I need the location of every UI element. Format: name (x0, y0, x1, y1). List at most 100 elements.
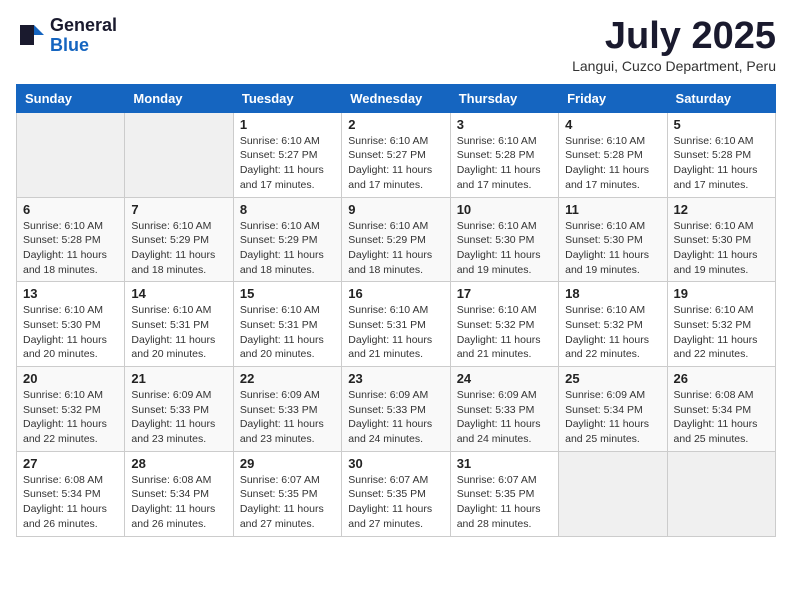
day-info: Sunrise: 6:10 AMSunset: 5:32 PMDaylight:… (674, 303, 769, 362)
logo-icon (16, 21, 46, 51)
calendar-header-friday: Friday (559, 84, 667, 112)
day-number: 21 (131, 371, 226, 386)
calendar-week-5: 27 Sunrise: 6:08 AMSunset: 5:34 PMDayligh… (17, 451, 776, 536)
day-info: Sunrise: 6:07 AMSunset: 5:35 PMDaylight:… (348, 473, 443, 532)
day-number: 3 (457, 117, 552, 132)
calendar-cell: 17 Sunrise: 6:10 AMSunset: 5:32 PMDayligh… (450, 282, 558, 367)
day-number: 16 (348, 286, 443, 301)
day-number: 13 (23, 286, 118, 301)
day-info: Sunrise: 6:09 AMSunset: 5:33 PMDaylight:… (348, 388, 443, 447)
calendar-cell: 5Sunrise: 6:10 AMSunset: 5:28 PMDaylight… (667, 112, 775, 197)
calendar-cell: 2 Sunrise: 6:10 AMSunset: 5:27 PMDaylight… (342, 112, 450, 197)
calendar-cell: 28 Sunrise: 6:08 AMSunset: 5:34 PMDayligh… (125, 451, 233, 536)
day-info: Sunrise: 6:10 AMSunset: 5:31 PMDaylight:… (240, 303, 335, 362)
location: Langui, Cuzco Department, Peru (572, 58, 776, 74)
calendar-cell (667, 451, 775, 536)
day-number: 17 (457, 286, 552, 301)
calendar-cell: 29 Sunrise: 6:07 AMSunset: 5:35 PMDayligh… (233, 451, 341, 536)
day-info: Sunrise: 6:09 AMSunset: 5:33 PMDaylight:… (240, 388, 335, 447)
calendar-header-wednesday: Wednesday (342, 84, 450, 112)
calendar-cell: 21 Sunrise: 6:09 AMSunset: 5:33 PMDayligh… (125, 367, 233, 452)
day-number: 1 (240, 117, 335, 132)
calendar-cell: 6 Sunrise: 6:10 AMSunset: 5:28 PMDaylight… (17, 197, 125, 282)
calendar-cell: 7 Sunrise: 6:10 AMSunset: 5:29 PMDaylight… (125, 197, 233, 282)
day-info: Sunrise: 6:07 AMSunset: 5:35 PMDaylight:… (457, 473, 552, 532)
day-number: 9 (348, 202, 443, 217)
calendar-week-3: 13 Sunrise: 6:10 AMSunset: 5:30 PMDayligh… (17, 282, 776, 367)
calendar-cell: 22Sunrise: 6:09 AMSunset: 5:33 PMDayligh… (233, 367, 341, 452)
calendar-cell: 4 Sunrise: 6:10 AMSunset: 5:28 PMDaylight… (559, 112, 667, 197)
calendar-week-1: 1 Sunrise: 6:10 AMSunset: 5:27 PMDaylight… (17, 112, 776, 197)
day-info: Sunrise: 6:09 AMSunset: 5:33 PMDaylight:… (131, 388, 226, 447)
day-number: 2 (348, 117, 443, 132)
calendar-header-sunday: Sunday (17, 84, 125, 112)
logo: General Blue (16, 16, 117, 56)
day-info: Sunrise: 6:09 AMSunset: 5:33 PMDaylight:… (457, 388, 552, 447)
calendar-cell: 10 Sunrise: 6:10 AMSunset: 5:30 PMDayligh… (450, 197, 558, 282)
day-info: Sunrise: 6:08 AMSunset: 5:34 PMDaylight:… (674, 388, 769, 447)
page-header: General Blue July 2025 Langui, Cuzco Dep… (16, 16, 776, 74)
logo-text: General Blue (50, 16, 117, 56)
day-info: Sunrise: 6:10 AMSunset: 5:28 PMDaylight:… (674, 134, 769, 193)
day-number: 6 (23, 202, 118, 217)
day-number: 14 (131, 286, 226, 301)
day-number: 15 (240, 286, 335, 301)
calendar-header-thursday: Thursday (450, 84, 558, 112)
calendar-header-saturday: Saturday (667, 84, 775, 112)
day-info: Sunrise: 6:10 AMSunset: 5:30 PMDaylight:… (23, 303, 118, 362)
day-number: 30 (348, 456, 443, 471)
calendar-cell: 12Sunrise: 6:10 AMSunset: 5:30 PMDayligh… (667, 197, 775, 282)
day-info: Sunrise: 6:10 AMSunset: 5:32 PMDaylight:… (23, 388, 118, 447)
calendar-cell (17, 112, 125, 197)
day-number: 18 (565, 286, 660, 301)
calendar-cell: 14Sunrise: 6:10 AMSunset: 5:31 PMDayligh… (125, 282, 233, 367)
day-number: 19 (674, 286, 769, 301)
calendar-cell: 25 Sunrise: 6:09 AMSunset: 5:34 PMDayligh… (559, 367, 667, 452)
day-number: 24 (457, 371, 552, 386)
day-number: 31 (457, 456, 552, 471)
title-area: July 2025 Langui, Cuzco Department, Peru (572, 16, 776, 74)
day-info: Sunrise: 6:10 AMSunset: 5:27 PMDaylight:… (348, 134, 443, 193)
calendar-header-tuesday: Tuesday (233, 84, 341, 112)
day-info: Sunrise: 6:09 AMSunset: 5:34 PMDaylight:… (565, 388, 660, 447)
day-info: Sunrise: 6:10 AMSunset: 5:28 PMDaylight:… (565, 134, 660, 193)
day-info: Sunrise: 6:10 AMSunset: 5:29 PMDaylight:… (131, 219, 226, 278)
day-number: 11 (565, 202, 660, 217)
calendar-cell: 11Sunrise: 6:10 AMSunset: 5:30 PMDayligh… (559, 197, 667, 282)
day-number: 28 (131, 456, 226, 471)
calendar-cell: 19 Sunrise: 6:10 AMSunset: 5:32 PMDayligh… (667, 282, 775, 367)
calendar-cell: 1 Sunrise: 6:10 AMSunset: 5:27 PMDaylight… (233, 112, 341, 197)
day-info: Sunrise: 6:10 AMSunset: 5:28 PMDaylight:… (23, 219, 118, 278)
day-number: 8 (240, 202, 335, 217)
logo-general: General (50, 15, 117, 35)
calendar-cell: 16Sunrise: 6:10 AMSunset: 5:31 PMDayligh… (342, 282, 450, 367)
day-number: 26 (674, 371, 769, 386)
day-number: 25 (565, 371, 660, 386)
day-number: 12 (674, 202, 769, 217)
day-number: 7 (131, 202, 226, 217)
calendar-header-monday: Monday (125, 84, 233, 112)
calendar-cell: 23Sunrise: 6:09 AMSunset: 5:33 PMDayligh… (342, 367, 450, 452)
calendar-cell: 26 Sunrise: 6:08 AMSunset: 5:34 PMDayligh… (667, 367, 775, 452)
calendar-cell: 31 Sunrise: 6:07 AMSunset: 5:35 PMDayligh… (450, 451, 558, 536)
day-info: Sunrise: 6:08 AMSunset: 5:34 PMDaylight:… (131, 473, 226, 532)
day-info: Sunrise: 6:07 AMSunset: 5:35 PMDaylight:… (240, 473, 335, 532)
calendar-cell: 27Sunrise: 6:08 AMSunset: 5:34 PMDayligh… (17, 451, 125, 536)
calendar-cell: 24 Sunrise: 6:09 AMSunset: 5:33 PMDayligh… (450, 367, 558, 452)
calendar-header-row: SundayMondayTuesdayWednesdayThursdayFrid… (17, 84, 776, 112)
calendar-cell (559, 451, 667, 536)
day-number: 27 (23, 456, 118, 471)
day-number: 29 (240, 456, 335, 471)
calendar-week-4: 20Sunrise: 6:10 AMSunset: 5:32 PMDayligh… (17, 367, 776, 452)
calendar-cell: 15 Sunrise: 6:10 AMSunset: 5:31 PMDayligh… (233, 282, 341, 367)
calendar-cell: 3 Sunrise: 6:10 AMSunset: 5:28 PMDaylight… (450, 112, 558, 197)
day-info: Sunrise: 6:10 AMSunset: 5:30 PMDaylight:… (457, 219, 552, 278)
day-number: 4 (565, 117, 660, 132)
calendar-cell: 8Sunrise: 6:10 AMSunset: 5:29 PMDaylight… (233, 197, 341, 282)
logo-blue: Blue (50, 35, 89, 55)
day-info: Sunrise: 6:10 AMSunset: 5:27 PMDaylight:… (240, 134, 335, 193)
day-number: 10 (457, 202, 552, 217)
calendar-cell (125, 112, 233, 197)
day-info: Sunrise: 6:10 AMSunset: 5:28 PMDaylight:… (457, 134, 552, 193)
day-info: Sunrise: 6:10 AMSunset: 5:32 PMDaylight:… (457, 303, 552, 362)
